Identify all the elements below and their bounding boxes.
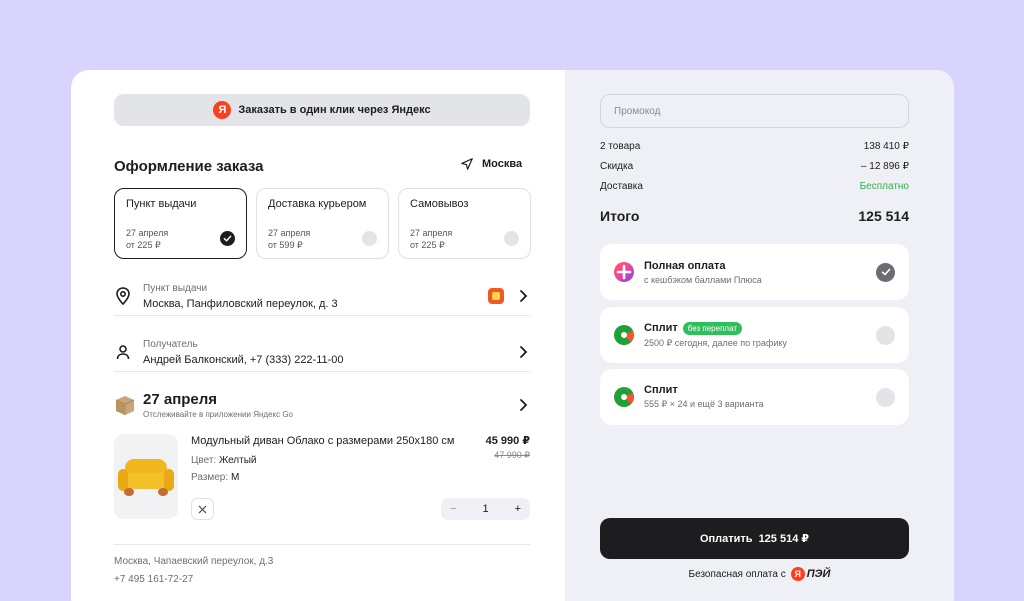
- discount-summary: Скидка – 12 896 ₽: [600, 161, 909, 172]
- product-price: 45 990 ₽: [485, 435, 530, 447]
- option-title: Пункт выдачи: [126, 198, 197, 210]
- page-title: Оформление заказа: [114, 158, 264, 175]
- close-icon: [198, 505, 207, 513]
- check-icon: [220, 231, 235, 246]
- plus-cashback-icon: [614, 262, 634, 282]
- delivery-option-self-pickup[interactable]: Самовывоз 27 апреля от 225 ₽: [398, 188, 531, 259]
- product-old-price: 47 990 ₽: [494, 450, 530, 460]
- product-image[interactable]: [114, 434, 178, 519]
- payment-subtitle: с кешбэком баллами Плюса: [644, 274, 762, 285]
- pickup-point-row[interactable]: Пункт выдачи Москва, Панфиловский переул…: [114, 273, 530, 319]
- product-name[interactable]: Модульный диван Облако с размерами 250х1…: [191, 435, 454, 447]
- pickup-service-icon: [488, 288, 504, 304]
- checkout-card: Я Заказать в один клик через Яндекс Офор…: [71, 70, 954, 601]
- items-summary: 2 товара 138 410 ₽: [600, 141, 909, 152]
- chevron-right-icon: [520, 346, 528, 358]
- recipient-value: Андрей Балконский, +7 (333) 222-11-00: [143, 353, 344, 366]
- increase-button[interactable]: +: [515, 503, 521, 515]
- check-icon: [876, 262, 895, 282]
- yandex-one-click-label: Заказать в один клик через Яндекс: [238, 104, 431, 116]
- radio-icon: [876, 325, 895, 345]
- map-pin-icon: [114, 287, 132, 305]
- delivery-date-row[interactable]: 27 апреля Отслеживайте в приложении Янде…: [114, 391, 530, 419]
- payment-subtitle: 555 ₽ × 24 и ещё 3 варианта: [644, 399, 764, 409]
- delivery-date-subtitle: Отслеживайте в приложении Яндекс Go: [143, 410, 293, 419]
- city-selector[interactable]: Москва: [460, 157, 522, 171]
- chevron-right-icon: [520, 399, 528, 411]
- order-panel: Я Заказать в один клик через Яндекс Офор…: [71, 70, 565, 601]
- quantity-stepper: − 1 +: [441, 498, 530, 520]
- yandex-logo-icon: Я: [213, 101, 232, 119]
- option-date: 27 апреля от 225 ₽: [410, 228, 453, 250]
- split-icon: [614, 325, 634, 345]
- total-summary: Итого 125 514: [600, 208, 909, 224]
- product-size: Размер: M: [191, 472, 240, 483]
- payment-option-full[interactable]: Полная оплата с кешбэком баллами Плюса: [600, 244, 909, 300]
- option-date: 27 апреля от 225 ₽: [126, 228, 169, 250]
- location-arrow-icon: [461, 158, 473, 170]
- payment-title: Полная оплата: [644, 259, 726, 272]
- footer-phone[interactable]: +7 495 161-72-27: [114, 574, 193, 585]
- package-icon: [115, 396, 135, 415]
- payment-title: Сплит: [644, 384, 678, 396]
- recipient-row[interactable]: Получатель Андрей Балконский, +7 (333) 2…: [114, 329, 530, 375]
- user-icon: [114, 343, 132, 361]
- promo-code-input[interactable]: Промокод: [600, 94, 909, 128]
- summary-panel: Промокод 2 товара 138 410 ₽ Скидка – 12 89…: [565, 70, 954, 601]
- option-title: Доставка курьером: [268, 198, 367, 210]
- recipient-label: Получатель: [143, 338, 198, 350]
- secure-payment-note: Безопасная оплата с Я ПЭЙ: [688, 567, 831, 581]
- decrease-button[interactable]: −: [450, 503, 456, 515]
- pickup-label: Пункт выдачи: [143, 282, 208, 294]
- split-icon: [614, 387, 634, 407]
- option-title: Самовывоз: [410, 198, 469, 210]
- yandex-pay-logo: Я ПЭЙ: [790, 567, 830, 581]
- quantity-value: 1: [482, 503, 489, 515]
- divider: [114, 371, 530, 372]
- payment-title: Сплит без переплат: [644, 321, 876, 335]
- delivery-option-pickup-point[interactable]: Пункт выдачи 27 апреля от 225 ₽: [114, 188, 247, 259]
- radio-icon: [504, 231, 519, 246]
- delivery-options: Пункт выдачи 27 апреля от 225 ₽ Доставка…: [114, 188, 531, 259]
- product-color: Цвет: Желтый: [191, 455, 257, 466]
- pickup-address: Москва, Панфиловский переулок, д. 3: [143, 297, 338, 310]
- yandex-one-click-button[interactable]: Я Заказать в один клик через Яндекс: [114, 94, 530, 126]
- radio-icon: [876, 387, 895, 407]
- pay-button-label: Оплатить: [699, 532, 753, 545]
- yandex-logo-icon: Я: [790, 567, 805, 581]
- delivery-option-courier[interactable]: Доставка курьером 27 апреля от 599 ₽: [256, 188, 389, 259]
- pay-button[interactable]: Оплатить 125 514 ₽: [600, 518, 909, 559]
- no-overpay-badge: без переплат: [682, 321, 743, 335]
- radio-icon: [362, 231, 377, 246]
- divider: [114, 315, 530, 316]
- chevron-right-icon: [520, 290, 528, 302]
- payment-option-split[interactable]: Сплит без переплат 2500 ₽ сегодня, далее…: [600, 307, 909, 363]
- option-date: 27 апреля от 599 ₽: [268, 228, 311, 250]
- payment-option-split-installments[interactable]: Сплит 555 ₽ × 24 и ещё 3 варианта: [600, 369, 909, 425]
- city-label: Москва: [482, 158, 523, 170]
- shipping-summary: Доставка Бесплатно: [600, 181, 909, 192]
- remove-item-button[interactable]: [191, 498, 214, 520]
- pay-button-amount: 125 514 ₽: [758, 533, 810, 545]
- payment-subtitle: 2500 ₽ сегодня, далее по графику: [644, 337, 787, 348]
- delivery-date-title: 27 апреля: [143, 391, 218, 408]
- footer-address: Москва, Чапаевский переулок, д.3: [114, 556, 274, 567]
- sofa-image: [118, 458, 174, 496]
- divider: [114, 544, 530, 545]
